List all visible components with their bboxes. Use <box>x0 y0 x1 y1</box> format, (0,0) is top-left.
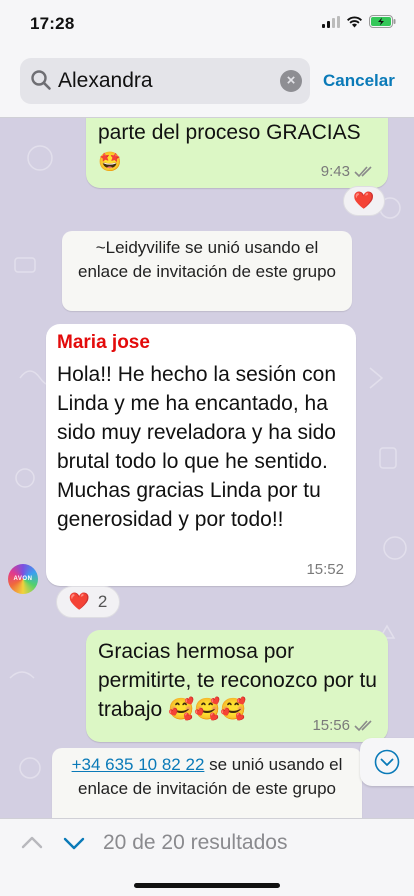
search-bar[interactable]: × <box>20 58 310 104</box>
reaction-badge[interactable]: ❤️ <box>343 186 385 216</box>
incoming-message[interactable]: Maria jose Hola!! He hecho la sesión con… <box>46 324 356 586</box>
reaction-count: 2 <box>97 592 108 611</box>
message-text: Hola!! He hecho la sesión con Linda y me… <box>57 363 336 531</box>
results-count: 20 de 20 resultados <box>103 831 288 854</box>
status-icons <box>322 15 396 28</box>
message-text: Gracias hermosa por permitirte, te recon… <box>98 640 377 721</box>
search-results-bar: 20 de 20 resultados <box>0 818 414 896</box>
clear-search-icon[interactable]: × <box>280 70 302 92</box>
system-message: +34 635 10 82 22 se unió usando el enlac… <box>52 748 362 818</box>
heart-reaction: ❤️ <box>353 191 375 210</box>
signal-icon <box>322 15 340 28</box>
reaction-badge[interactable]: ❤️ 2 <box>56 586 120 618</box>
message-time: 9:43 <box>320 163 350 180</box>
heart-reaction: ❤️ <box>68 592 90 611</box>
status-time: 17:28 <box>30 14 75 33</box>
wifi-icon <box>347 15 362 27</box>
message-line: parte del proceso GRACIAS <box>98 121 361 144</box>
chevron-down-icon[interactable] <box>62 831 86 855</box>
star-struck-emoji: 🤩 <box>98 152 122 173</box>
search-input[interactable] <box>58 58 288 104</box>
scroll-to-bottom-button[interactable] <box>360 738 414 786</box>
system-message: ~Leidyvilife se unió usando el enlace de… <box>62 231 352 311</box>
chat-area[interactable]: parte del proceso GRACIAS 🤩 9:43 ❤️ ~Lei… <box>0 118 414 818</box>
message-meta: 9:43 <box>321 163 376 180</box>
message-meta: 15:56 <box>312 717 376 734</box>
system-message-text: ~Leidyvilife se unió usando el enlace de… <box>77 238 336 281</box>
avatar[interactable]: AVON <box>8 564 38 594</box>
double-check-icon <box>354 719 372 731</box>
message-content: Maria jose Hola!! He hecho la sesión con… <box>57 332 347 534</box>
battery-charging-icon <box>369 15 396 28</box>
message-time: 15:56 <box>312 717 350 734</box>
phone-number-link[interactable]: +34 635 10 82 22 <box>72 755 205 774</box>
search-header: 17:28 × <box>0 0 414 118</box>
status-bar: 17:28 <box>0 0 414 50</box>
double-check-icon <box>354 165 372 177</box>
search-icon <box>31 70 51 90</box>
chevron-down-circle-icon <box>374 749 400 775</box>
chevron-up-icon[interactable] <box>20 831 44 855</box>
outgoing-message[interactable]: Gracias hermosa por permitirte, te recon… <box>86 630 388 742</box>
avatar-label: AVON <box>13 576 33 582</box>
sender-name[interactable]: Maria jose <box>57 332 347 354</box>
cancel-button[interactable]: Cancelar <box>323 71 395 91</box>
message-time: 15:52 <box>306 561 344 578</box>
home-indicator <box>134 883 280 888</box>
outgoing-message[interactable]: parte del proceso GRACIAS 🤩 9:43 <box>86 118 388 188</box>
